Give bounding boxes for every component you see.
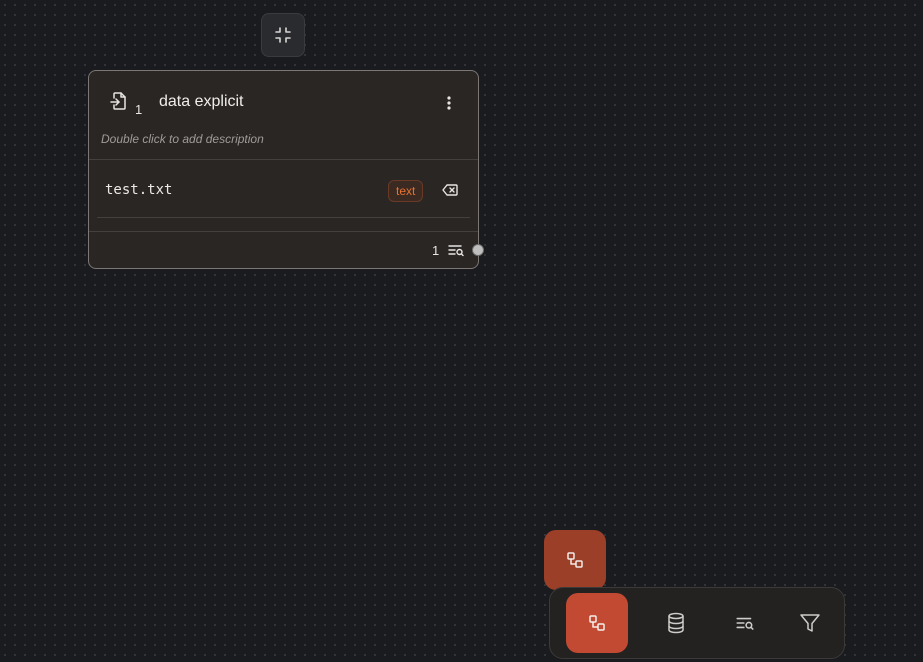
backspace-icon [442, 184, 458, 196]
nodes-icon [567, 552, 583, 568]
toolbar-filter-button[interactable] [779, 593, 841, 653]
nodes-icon [589, 615, 605, 631]
file-name: test.txt [105, 182, 173, 198]
file-row[interactable]: test.txt text [97, 160, 470, 218]
workflow-canvas[interactable]: 1 data explicit Double click to add desc… [0, 0, 923, 662]
list-search-icon[interactable] [447, 242, 465, 258]
bottom-toolbar [549, 587, 845, 659]
floating-nodes-button[interactable] [544, 530, 606, 590]
list-search-icon [736, 617, 754, 630]
kebab-icon [447, 96, 451, 110]
node-header: 1 data explicit [89, 71, 478, 131]
collapse-icon [275, 27, 291, 43]
node-title[interactable]: data explicit [159, 93, 244, 111]
output-handle[interactable] [472, 244, 484, 256]
collapse-button[interactable] [261, 13, 305, 57]
divider [89, 231, 478, 232]
toolbar-database-button[interactable] [645, 593, 707, 653]
node-description[interactable]: Double click to add description [101, 132, 264, 146]
file-type-badge: text [388, 180, 424, 202]
toolbar-nodes-button[interactable] [566, 593, 628, 653]
database-icon [668, 612, 684, 634]
filter-icon [800, 614, 820, 632]
data-node[interactable]: 1 data explicit Double click to add desc… [88, 70, 479, 269]
remove-file-button[interactable] [440, 181, 460, 199]
file-import-icon [110, 92, 126, 110]
node-file-count: 1 [135, 102, 143, 117]
toolbar-list-search-button[interactable] [714, 593, 776, 653]
output-count: 1 [432, 243, 440, 258]
node-menu-button[interactable] [441, 93, 457, 113]
